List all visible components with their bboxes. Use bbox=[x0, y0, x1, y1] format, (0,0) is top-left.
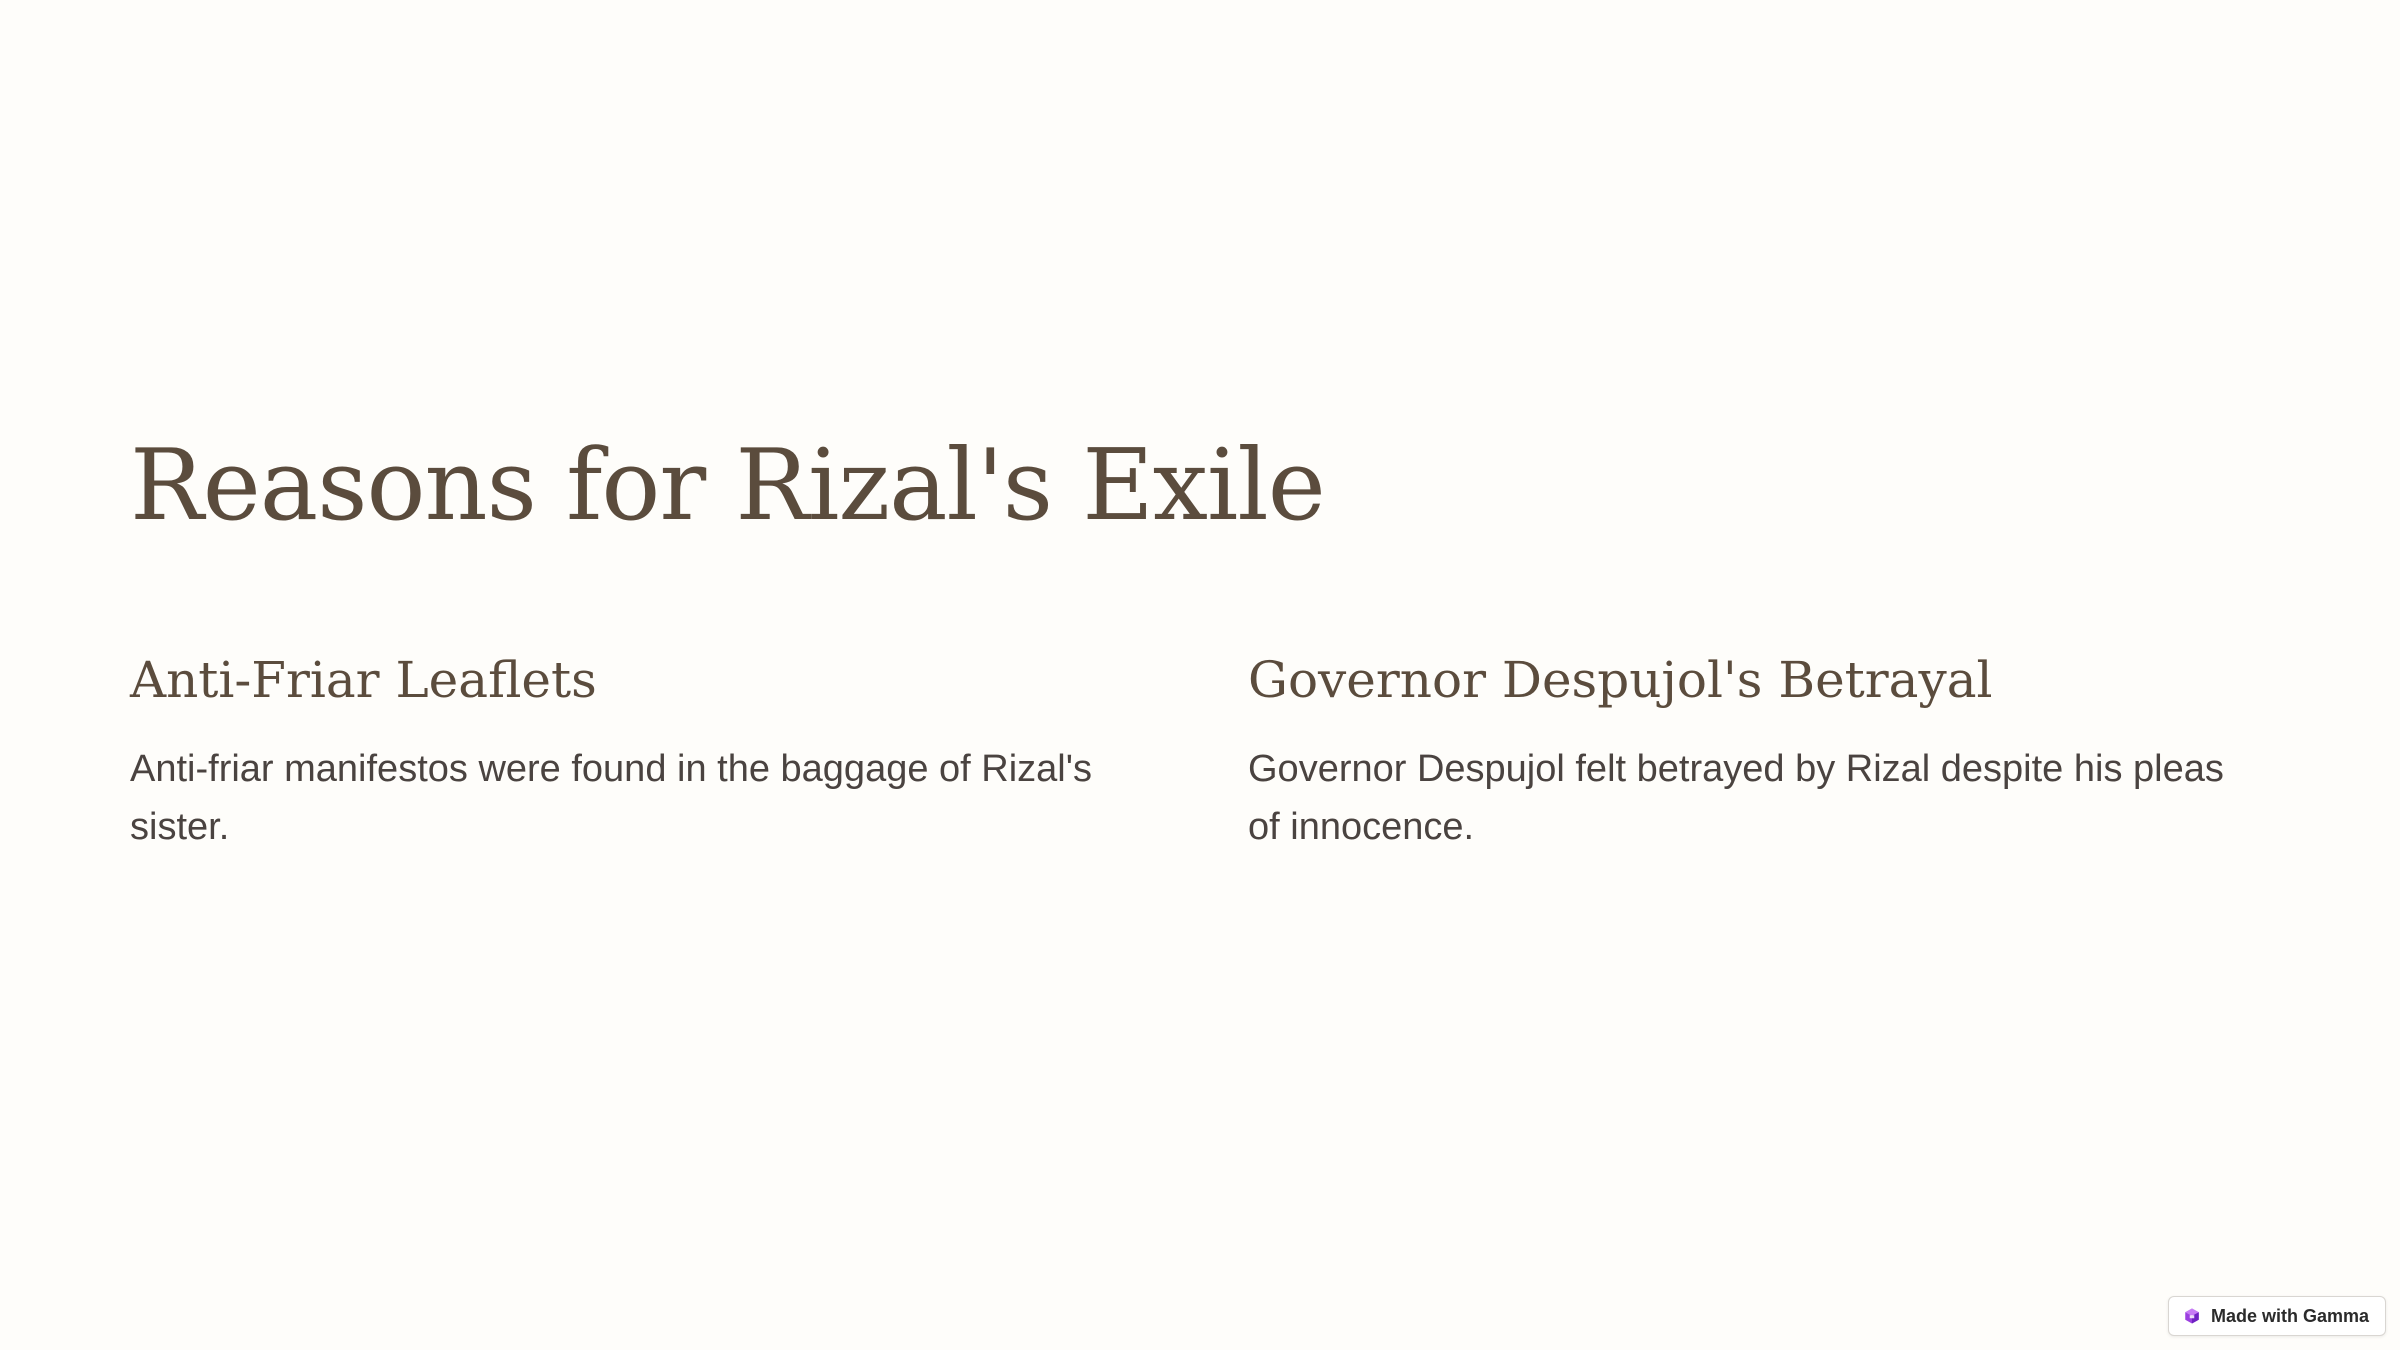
gamma-logo-icon bbox=[2183, 1307, 2201, 1325]
column-heading: Governor Despujol's Betrayal bbox=[1248, 651, 1993, 709]
made-with-gamma-button[interactable]: Made with Gamma bbox=[2167, 1296, 2386, 1336]
slide: Reasons for Rizal's Exile Anti-Friar Lea… bbox=[0, 0, 2400, 1350]
slide-title: Reasons for Rizal's Exile bbox=[130, 429, 1326, 543]
column-body: Governor Despujol felt betrayed by Rizal… bbox=[1248, 748, 2224, 848]
column-heading: Anti-Friar Leaflets bbox=[130, 651, 597, 709]
column-governor-despujol-betrayal: Governor Despujol's Betrayal Governor De… bbox=[1248, 650, 2258, 856]
badge-label: Made with Gamma bbox=[2210, 1305, 2369, 1326]
column-body: Anti-friar manifestos were found in the … bbox=[130, 748, 1092, 848]
column-anti-friar-leaflets: Anti-Friar Leaflets Anti-friar manifesto… bbox=[130, 650, 1140, 856]
